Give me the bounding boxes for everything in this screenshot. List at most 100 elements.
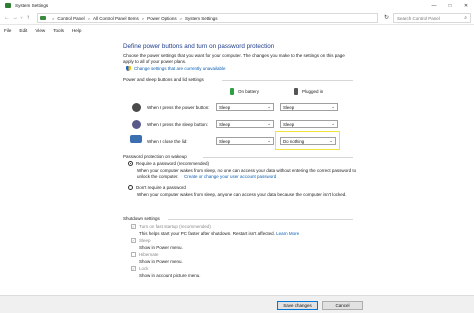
sleep-button-plugged-select[interactable]: Sleep ⌄ (280, 120, 338, 128)
require-password-radio[interactable]: Require a password (recommended) (128, 161, 209, 166)
chevron-down-icon: ⌄ (329, 138, 333, 143)
forward-arrow-icon[interactable]: → (11, 15, 19, 21)
search-icon: ⌕ (464, 15, 467, 21)
power-button-row-label: When I press the power button: (147, 105, 210, 110)
change-unavailable-settings-link[interactable]: Change settings that are currently unava… (126, 66, 226, 71)
hibernate-desc: Show in Power menu. (139, 259, 183, 264)
minimize-button[interactable]: — (426, 0, 442, 11)
select-value: Sleep (219, 138, 231, 144)
power-plug-icon (294, 88, 298, 95)
plugged-column-label: Plugged in (302, 89, 324, 94)
plugged-column-header: Plugged in (294, 88, 323, 95)
learn-more-link[interactable]: Learn More (276, 231, 299, 236)
fast-startup-desc-text: This helps start your PC faster after sh… (139, 231, 275, 236)
select-value: Sleep (219, 104, 231, 110)
hibernate-checkbox[interactable]: Hibernate (131, 252, 159, 257)
breadcrumb-item[interactable]: Control Panel (57, 16, 84, 21)
select-value: Sleep (283, 104, 295, 110)
uac-shield-icon (126, 66, 131, 71)
require-password-label: Require a password (recommended) (136, 161, 210, 166)
select-value: Sleep (219, 121, 231, 127)
dont-require-password-radio[interactable]: Don't require a password (128, 185, 186, 190)
chevron-down-icon: ⌄ (331, 104, 335, 109)
battery-column-label: On battery (238, 89, 260, 94)
breadcrumb[interactable]: > Control Panel > All Control Panel Item… (37, 13, 378, 23)
breadcrumb-separator: > (87, 15, 90, 21)
select-value: Sleep (283, 121, 295, 127)
close-lid-battery-select[interactable]: Sleep ⌄ (216, 137, 274, 145)
section-divider (168, 219, 353, 220)
lock-label: Lock (139, 266, 149, 271)
sleep-desc: Show in Power menu. (139, 245, 183, 250)
hibernate-label: Hibernate (139, 252, 159, 257)
back-arrow-icon[interactable]: ← (3, 15, 11, 21)
select-value: Do nothing (283, 138, 305, 144)
save-changes-button[interactable]: Save changes (277, 301, 318, 310)
refresh-icon[interactable]: ↻ (384, 14, 389, 21)
breadcrumb-item[interactable]: All Control Panel Items (93, 16, 139, 21)
page-title: Define power buttons and turn on passwor… (123, 43, 275, 50)
power-button-icon (132, 103, 141, 112)
radio-selected-icon (128, 161, 133, 166)
control-panel-folder-icon (40, 16, 46, 20)
lock-desc: Show in account picture menu. (139, 273, 201, 278)
checkbox-empty-icon (131, 252, 136, 257)
control-panel-icon (5, 3, 11, 8)
breadcrumb-item[interactable]: Power Options (147, 16, 177, 21)
chevron-down-icon: ⌄ (267, 104, 271, 109)
section-divider (222, 80, 353, 81)
search-input[interactable]: Search Control Panel ⌕ (393, 13, 471, 23)
search-placeholder: Search Control Panel (397, 15, 440, 21)
radio-unselected-icon (128, 185, 133, 190)
lock-checkbox[interactable]: ✓ Lock (131, 266, 149, 271)
password-section-label: Password protection on wakeup (123, 154, 187, 159)
chevron-down-icon: ⌄ (267, 138, 271, 143)
section-divider (203, 157, 353, 158)
change-password-link[interactable]: Create or change your user account passw… (184, 174, 276, 180)
breadcrumb-separator: > (52, 15, 55, 21)
breadcrumb-separator: > (141, 15, 145, 21)
check-mark-icon: ✓ (131, 224, 136, 229)
menu-tools[interactable]: Tools (53, 28, 64, 33)
menu-file[interactable]: File (4, 28, 11, 33)
chevron-down-icon: ⌄ (267, 121, 271, 126)
fast-startup-desc: This helps start your PC faster after sh… (139, 231, 299, 236)
laptop-lid-icon (130, 135, 142, 143)
dont-require-password-desc: When your computer wakes from sleep, any… (137, 192, 347, 197)
address-bar: ← → ˅ ↑ > Control Panel > All Control Pa… (0, 11, 474, 25)
fast-startup-checkbox[interactable]: ✓ Turn on fast startup (recommended) (131, 224, 211, 229)
sleep-button-row-label: When I press the sleep button: (147, 122, 209, 127)
window-title: System Settings (15, 3, 49, 8)
sleep-label: Sleep (139, 238, 151, 243)
maximize-button[interactable]: □ (442, 0, 458, 11)
power-button-plugged-select[interactable]: Sleep ⌄ (280, 103, 338, 111)
battery-column-header: On battery (230, 88, 259, 95)
up-arrow-icon[interactable]: ↑ (24, 15, 32, 21)
check-mark-icon: ✓ (131, 238, 136, 243)
battery-icon (230, 88, 234, 95)
close-lid-row-label: When I close the lid: (147, 139, 188, 144)
breadcrumb-separator: > (179, 15, 182, 21)
check-mark-icon: ✓ (131, 266, 136, 271)
sleep-button-icon (132, 120, 141, 129)
dont-require-password-label: Don't require a password (136, 185, 186, 190)
window-controls: — □ ✕ (426, 0, 474, 11)
sleep-checkbox[interactable]: ✓ Sleep (131, 238, 151, 243)
change-unavailable-settings-label: Change settings that are currently unava… (134, 66, 226, 71)
page-intro: Choose the power settings that you want … (123, 53, 345, 64)
footer-bar: Save changes Cancel (0, 295, 474, 313)
menu-help[interactable]: Help (72, 28, 81, 33)
chevron-down-icon: ⌄ (331, 121, 335, 126)
menu-edit[interactable]: Edit (19, 28, 27, 33)
fast-startup-label: Turn on fast startup (recommended) (139, 224, 211, 229)
sleep-button-battery-select[interactable]: Sleep ⌄ (216, 120, 274, 128)
menu-view[interactable]: View (35, 28, 45, 33)
buttons-section-label: Power and sleep buttons and lid settings (123, 77, 204, 82)
power-button-battery-select[interactable]: Sleep ⌄ (216, 103, 274, 111)
menu-bar: File Edit View Tools Help (0, 25, 474, 36)
close-button[interactable]: ✕ (458, 0, 474, 11)
title-bar: System Settings — □ ✕ (0, 0, 474, 11)
cancel-button[interactable]: Cancel (322, 301, 363, 310)
breadcrumb-item[interactable]: System Settings (185, 16, 218, 21)
close-lid-plugged-select[interactable]: Do nothing ⌄ (280, 137, 336, 145)
